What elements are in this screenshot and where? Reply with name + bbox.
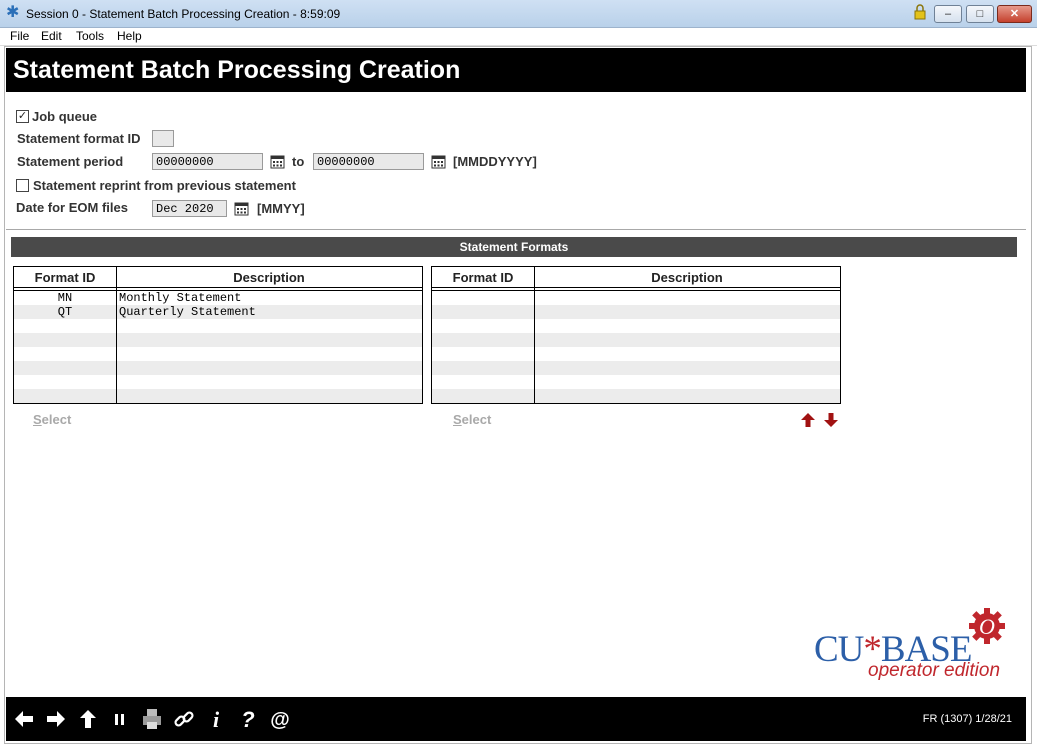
svg-text:i: i — [213, 707, 220, 731]
table-row[interactable] — [14, 347, 422, 361]
window-title: Session 0 - Statement Batch Processing C… — [26, 7, 341, 21]
period-to-input[interactable]: 00000000 — [313, 153, 424, 170]
table-row[interactable] — [432, 305, 840, 319]
table-row[interactable] — [432, 333, 840, 347]
table-row[interactable] — [432, 389, 840, 403]
period-to-label: to — [292, 154, 305, 169]
eom-format-hint: [MMYY] — [257, 201, 305, 216]
column-header-description: Description — [233, 270, 305, 285]
table-row[interactable] — [14, 319, 422, 333]
move-down-arrow-icon[interactable] — [823, 412, 839, 428]
svg-text:O: O — [979, 614, 995, 639]
section-header: Statement Formats — [11, 237, 1017, 257]
move-up-arrow-icon[interactable] — [800, 412, 816, 428]
maximize-button[interactable]: □ — [966, 5, 994, 23]
calendar-icon[interactable] — [234, 201, 249, 216]
table-row[interactable] — [432, 375, 840, 389]
help-icon[interactable]: ? — [236, 707, 260, 731]
eom-date-label: Date for EOM files — [16, 200, 128, 215]
table-row[interactable] — [432, 319, 840, 333]
statement-period-label: Statement period — [17, 154, 124, 169]
minimize-button[interactable]: – — [934, 5, 962, 23]
link-icon[interactable] — [172, 707, 196, 731]
menu-tools[interactable]: Tools — [76, 29, 104, 43]
table-row[interactable] — [14, 333, 422, 347]
format-id-label: Statement format ID — [17, 131, 141, 146]
reprint-label: Statement reprint from previous statemen… — [33, 178, 296, 193]
job-queue-checkbox[interactable]: ✓ — [16, 110, 29, 123]
logo-edition: operator edition — [868, 660, 1001, 681]
info-icon[interactable]: i — [204, 707, 228, 731]
gear-logo-icon: O — [969, 608, 1005, 644]
lock-icon — [914, 4, 926, 20]
table-row[interactable] — [14, 375, 422, 389]
column-header-format-id: Format ID — [34, 270, 96, 285]
app-icon: ✱ — [6, 4, 20, 21]
table-header: Format ID Description — [432, 267, 840, 288]
cubase-logo: CU*BASE operator edition O — [812, 608, 1012, 688]
forward-arrow-icon[interactable] — [44, 707, 68, 731]
period-from-input[interactable]: 00000000 — [152, 153, 263, 170]
menu-help[interactable]: Help — [117, 29, 142, 43]
select-left-button[interactable]: Select — [33, 412, 71, 427]
svg-text:?: ? — [241, 707, 254, 731]
table-row[interactable] — [432, 347, 840, 361]
at-icon[interactable]: @ — [268, 707, 292, 731]
back-arrow-icon[interactable] — [12, 707, 36, 731]
up-arrow-icon[interactable] — [76, 707, 100, 731]
column-header-description: Description — [651, 270, 723, 285]
format-id-cell: QT — [57, 305, 73, 319]
menu-edit[interactable]: Edit — [41, 29, 62, 43]
period-format-hint: [MMDDYYYY] — [453, 154, 537, 169]
section-title: Statement Formats — [459, 240, 569, 254]
status-text: FR (1307) 1/28/21 — [922, 713, 1012, 725]
table-header: Format ID Description — [14, 267, 422, 288]
section-divider — [6, 229, 1026, 230]
reprint-checkbox[interactable] — [16, 179, 29, 192]
print-icon[interactable] — [140, 707, 164, 731]
select-right-button[interactable]: Select — [453, 412, 491, 427]
calendar-icon[interactable] — [270, 154, 285, 169]
menu-file[interactable]: File — [10, 29, 29, 43]
table-row[interactable]: MN Monthly Statement — [14, 291, 422, 305]
page-header: Statement Batch Processing Creation — [6, 48, 1026, 92]
table-row[interactable] — [432, 361, 840, 375]
pause-icon[interactable] — [108, 707, 132, 731]
job-queue-label: Job queue — [32, 109, 98, 124]
window-titlebar: ✱ Session 0 - Statement Batch Processing… — [0, 0, 1037, 28]
svg-text:@: @ — [270, 709, 290, 731]
calendar-icon[interactable] — [431, 154, 446, 169]
table-row[interactable] — [14, 389, 422, 403]
close-button[interactable]: ✕ — [997, 5, 1032, 23]
format-id-input[interactable] — [152, 130, 174, 147]
table-row[interactable]: QT Quarterly Statement — [14, 305, 422, 319]
eom-date-input[interactable]: Dec 2020 — [152, 200, 227, 217]
page-title: Statement Batch Processing Creation — [13, 56, 461, 84]
format-id-cell: MN — [57, 291, 73, 305]
description-cell: Quarterly Statement — [119, 305, 256, 319]
selected-formats-table: Format ID Description — [431, 266, 841, 404]
table-row[interactable] — [14, 361, 422, 375]
bottom-toolbar: i ? @ FR (1307) 1/28/21 — [6, 697, 1026, 741]
description-cell: Monthly Statement — [119, 291, 242, 305]
column-header-format-id: Format ID — [452, 270, 514, 285]
menu-bar: File Edit Tools Help — [0, 28, 1037, 46]
available-formats-table: Format ID Description MN Monthly Stateme… — [13, 266, 423, 404]
table-row[interactable] — [432, 291, 840, 305]
